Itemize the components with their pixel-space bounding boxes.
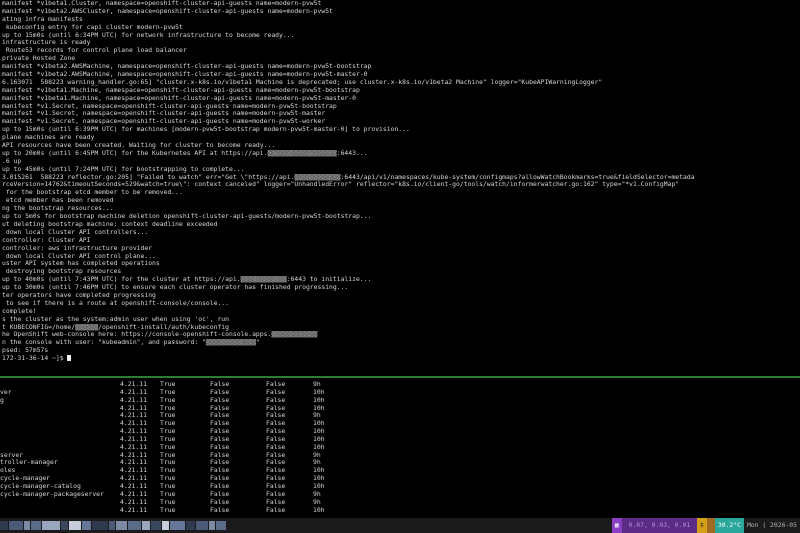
terminal-pane-bottom[interactable]: 4.21.11 True False False 9h ver 4.21.11 True Fal… — [0, 381, 800, 516]
terminal-output-line: up to 45m0s (until 7:24PM UTC) for boots… — [2, 165, 245, 173]
redacted-window-tab — [109, 521, 115, 530]
terminal-output-line: private Hosted Zone — [2, 55, 76, 63]
terminal-output-line: manifest *v1.Secret, namespace=openshift… — [2, 110, 326, 118]
temperature-readout: 30.2°C — [714, 518, 744, 533]
redacted-window-tab — [69, 521, 81, 530]
terminal-output-line: ating infra manifests — [2, 15, 83, 23]
terminal-output-line: psed: 57m57s — [2, 347, 49, 355]
cell-available: True — [160, 505, 176, 514]
terminal-output-line: t KUBECONFIG=/home/▒▒▒▒▒▒/openshift-inst… — [2, 323, 230, 331]
terminal-output-line: n the console with user: "kubeadmin", an… — [2, 339, 260, 347]
terminal-output-line: manifest *v1beta1.Cluster, namespace=ope… — [2, 0, 322, 7]
terminal-output-line: manifest *v1.Secret, namespace=openshift… — [2, 102, 337, 110]
redacted-window-tab — [42, 521, 60, 530]
terminal-output-line: controller: aws infrastructure provider — [2, 244, 153, 252]
terminal-output-line: down local Cluster API control plane... — [2, 252, 156, 260]
terminal-output-line: up to 5m0s for bootstrap machine deletio… — [2, 213, 372, 221]
terminal-output-line: manifest *v1beta2.AWSMachine, namespace=… — [2, 63, 372, 71]
terminal-output-line: complete! — [2, 307, 37, 315]
terminal-output-line: Route53 records for control plane load b… — [2, 47, 187, 55]
terminal-output-line: plane machines are ready — [2, 134, 95, 142]
cell-since: 10h — [313, 505, 325, 514]
terminal-output-line: etcd member has been removed — [2, 197, 114, 205]
terminal-output-line: ng the bootstrap resources... — [2, 205, 114, 213]
cell-degraded: False — [266, 505, 286, 514]
redacted-window-tab — [162, 521, 169, 530]
redacted-window-tab — [92, 521, 108, 530]
terminal-output-line: kubeconfig entry for capi cluster modern… — [2, 23, 183, 31]
status-right: ▦ 0.07, 0.03, 0.01 ‡ 30.2°C Mon ( 2026-0… — [611, 518, 800, 533]
terminal-output-line: s the cluster as the system:admin user w… — [2, 315, 230, 323]
terminal-output-line: 6.163071 588223 warning_handler.go:65] "… — [2, 78, 603, 86]
terminal-output-line: infrastructure is ready — [2, 39, 91, 47]
terminal-output-line: up to 15m0s (until 6:39PM UTC) for machi… — [2, 126, 410, 134]
redacted-window-tab — [216, 521, 226, 530]
redacted-window-tab — [31, 521, 41, 530]
redacted-window-tab — [196, 521, 208, 530]
table-row: 4.21.11 True False False 10h — [0, 505, 800, 515]
pane-divider[interactable] — [0, 376, 800, 378]
terminal-output-line: for the bootstrap etcd member to be remo… — [2, 189, 183, 197]
shell-prompt: 172-31-36-14 ~]$ — [2, 355, 68, 363]
cell-name: cycle-manager-packageserver — [0, 489, 104, 498]
terminal-pane-top[interactable]: manifest *v1beta1.Cluster, namespace=ope… — [0, 0, 800, 374]
terminal-output-line: ter operators have completed progressing — [2, 291, 156, 299]
terminal-output-line: he OpenShift web-console here: https://c… — [2, 331, 318, 339]
terminal-output-line: up to 20m0s (until 6:45PM UTC) for the K… — [2, 149, 368, 157]
redacted-window-tab — [9, 521, 23, 530]
redacted-window-tab — [24, 521, 30, 530]
load-average: 0.07, 0.03, 0.01 — [621, 518, 698, 533]
tmux-status-bar: ▦ 0.07, 0.03, 0.01 ‡ 30.2°C Mon ( 2026-0… — [0, 518, 800, 533]
thermometer-icon: ‡ — [697, 518, 707, 533]
terminal-output-line: rceVersion=14762&timeoutSeconds=529&watc… — [2, 181, 680, 189]
terminal-output-line: controller: Cluster API — [2, 236, 91, 244]
shell-prompt-line[interactable]: 172-31-36-14 ~]$ — [0, 355, 800, 363]
terminal-output-line: API resources have been created. Waiting… — [2, 142, 276, 150]
terminal-output-line: manifest *v1.Secret, namespace=openshift… — [2, 118, 326, 126]
redacted-window-tab — [82, 521, 91, 530]
terminal-window[interactable]: manifest *v1beta1.Cluster, namespace=ope… — [0, 0, 800, 533]
redacted-window-tab — [116, 521, 127, 530]
terminal-output-line: ut deleting bootstrap machine: context d… — [2, 220, 218, 228]
redacted-window-tab — [128, 521, 141, 530]
cell-progressing: False — [210, 505, 230, 514]
status-separator — [706, 518, 715, 533]
redacted-window-tab — [61, 521, 68, 530]
cpu-icon: ▦ — [611, 518, 622, 533]
terminal-output-line: .6 up — [2, 157, 22, 165]
terminal-output-line: to see if there is a route at openshift-… — [2, 299, 230, 307]
terminal-output-line: 3.015261 588223 reflector.go:205] "Faile… — [2, 173, 695, 181]
terminal-output-line: up to 40m0s (until 7:43PM UTC) for the c… — [2, 276, 372, 284]
redacted-window-tab — [142, 521, 150, 530]
terminal-output-line: up to 15m0s (until 6:34PM UTC) for netwo… — [2, 31, 295, 39]
status-window-list — [0, 518, 245, 533]
redacted-window-tab — [209, 521, 215, 530]
terminal-output-line: down local Cluster API controllers... — [2, 228, 149, 236]
terminal-output-line: manifest *v1beta1.Machine, namespace=ope… — [2, 94, 356, 102]
date-readout: Mon ( 2026-05 — [743, 518, 800, 533]
cursor-block — [67, 355, 72, 362]
terminal-output-line: destroying bootstrap resources — [2, 268, 122, 276]
terminal-output-line: up to 30m0s (until 7:46PM UTC) to ensure… — [2, 284, 349, 292]
redacted-window-tab — [0, 521, 8, 530]
redacted-window-tab — [151, 521, 161, 530]
redacted-window-tab — [186, 521, 195, 530]
terminal-output-line: manifest *v1beta2.AWSCluster, namespace=… — [2, 7, 333, 15]
cell-name: g — [0, 395, 4, 404]
cell-version: 4.21.11 — [120, 505, 147, 514]
terminal-output-line: manifest *v1beta2.AWSMachine, namespace=… — [2, 71, 368, 79]
terminal-output-line: uster API system has completed operation… — [2, 260, 160, 268]
redacted-window-tab — [170, 521, 185, 530]
terminal-output-line: manifest *v1beta1.Machine, namespace=ope… — [2, 86, 360, 94]
